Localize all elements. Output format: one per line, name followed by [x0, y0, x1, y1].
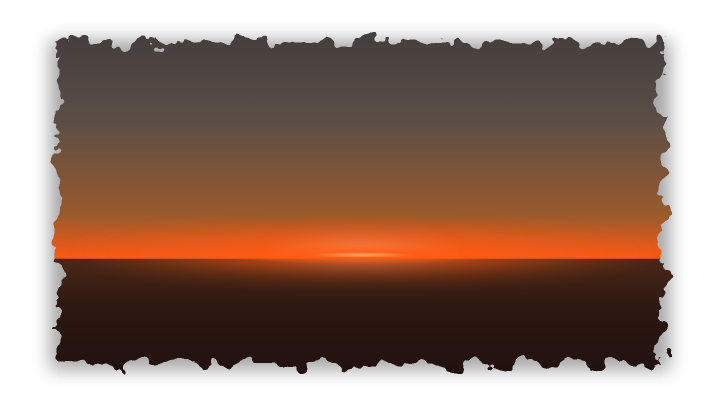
sky: [30, 10, 690, 260]
horizon-sun-core: [212, 246, 512, 264]
sunset-photo: [30, 10, 690, 398]
horizon-line: [30, 257, 690, 259]
torn-photo: [30, 10, 690, 398]
image-stage: [0, 0, 718, 403]
